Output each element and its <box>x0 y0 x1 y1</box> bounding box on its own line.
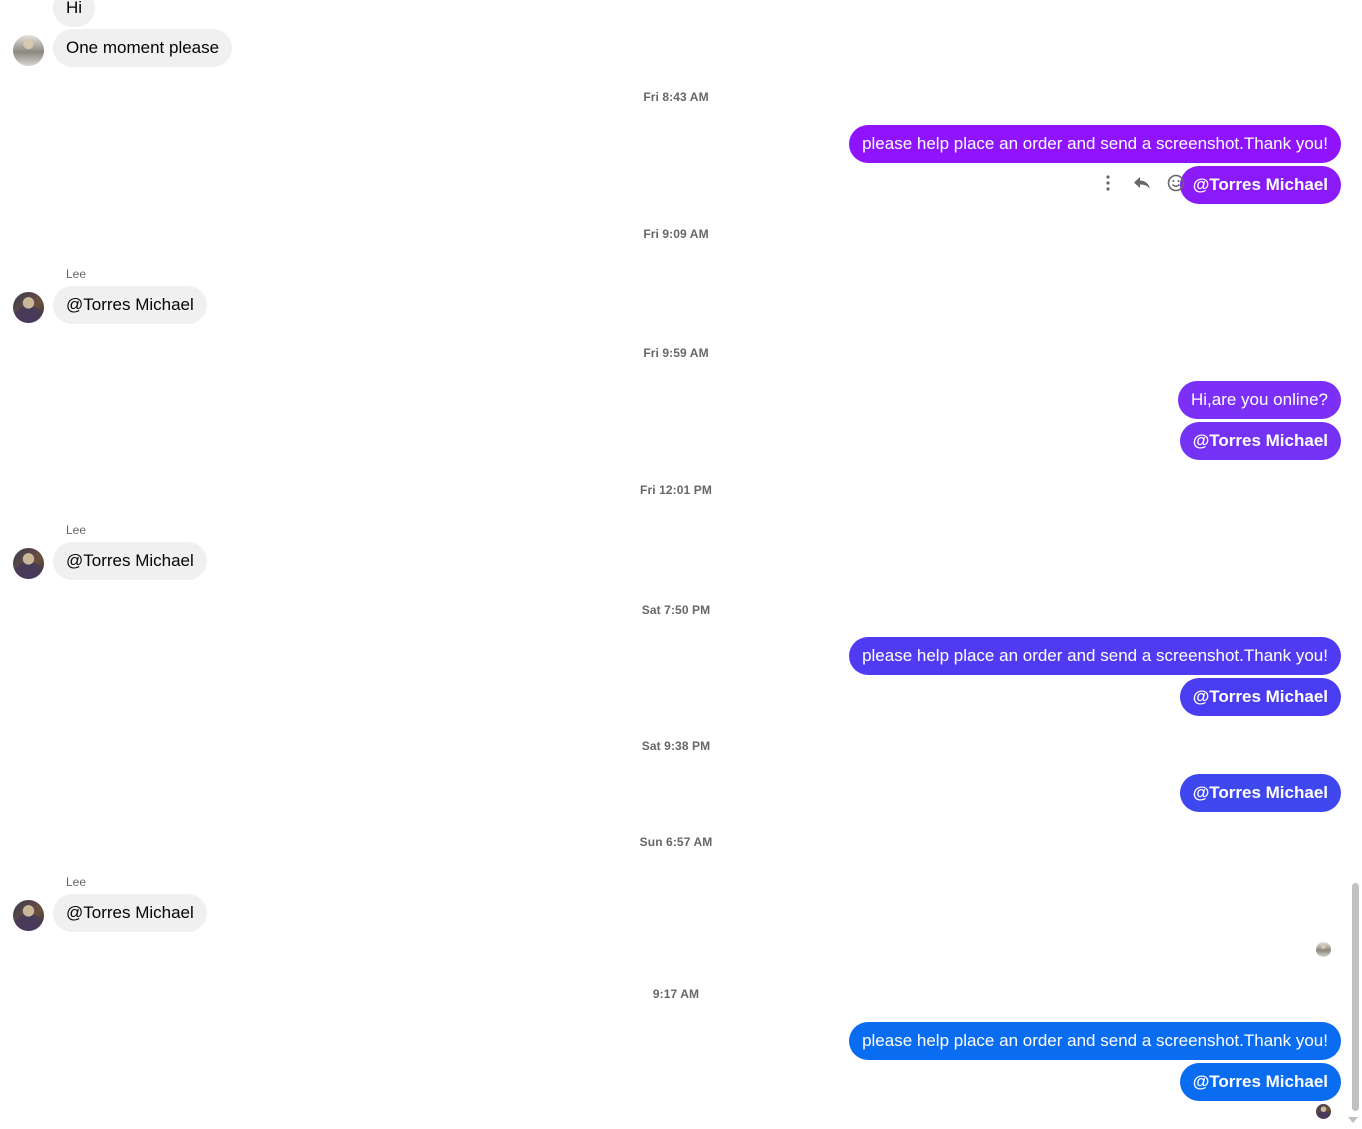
incoming-message-bubble[interactable]: One moment please <box>53 29 233 67</box>
reply-icon[interactable] <box>1132 173 1152 193</box>
timestamp-divider: Fri 12:01 PM <box>640 483 712 497</box>
read-receipt-avatar <box>1316 942 1331 957</box>
message-actions-bar <box>1098 172 1186 194</box>
mention-text: @Torres Michael <box>1192 687 1328 706</box>
message-text: please help place an order and send a sc… <box>862 134 1328 153</box>
message-text: please help place an order and send a sc… <box>862 1031 1328 1050</box>
message-text: Hi,are you online? <box>1190 390 1328 409</box>
outgoing-message-bubble[interactable]: please help place an order and send a sc… <box>849 1022 1341 1060</box>
mention-text: @Torres Michael <box>1192 1072 1328 1091</box>
outgoing-mention-bubble[interactable]: @Torres Michael <box>1179 166 1341 204</box>
mention-text: @Torres Michael <box>1192 175 1328 194</box>
incoming-mention-bubble[interactable]: @Torres Michael <box>53 894 207 932</box>
timestamp-divider: Sat 7:50 PM <box>641 603 711 617</box>
outgoing-mention-bubble[interactable]: @Torres Michael <box>1179 1063 1341 1101</box>
sender-name: Lee <box>66 523 87 537</box>
outgoing-mention-bubble[interactable]: @Torres Michael <box>1179 678 1341 716</box>
outgoing-mention-bubble[interactable]: @Torres Michael <box>1179 422 1341 460</box>
outgoing-message-bubble[interactable]: please help place an order and send a sc… <box>849 637 1341 675</box>
mention-text: @Torres Michael <box>1192 431 1328 450</box>
incoming-message-bubble[interactable]: Hi <box>53 0 96 27</box>
scroll-down-arrow-icon[interactable] <box>1348 1117 1358 1123</box>
timestamp-divider: Fri 9:09 AM <box>643 227 709 241</box>
emoji-icon[interactable] <box>1166 173 1186 193</box>
message-text: One moment please <box>66 38 220 57</box>
sender-avatar[interactable] <box>13 900 44 931</box>
sender-avatar[interactable] <box>13 35 44 66</box>
more-vertical-icon[interactable] <box>1098 173 1118 193</box>
timestamp-divider: 9:17 AM <box>652 987 700 1001</box>
sender-avatar[interactable] <box>13 548 44 579</box>
outgoing-message-bubble[interactable]: Hi,are you online? <box>1177 381 1341 419</box>
timestamp-divider: Fri 8:43 AM <box>643 90 709 104</box>
timestamp-divider: Sat 9:38 PM <box>641 739 711 753</box>
mention-text: @Torres Michael <box>1192 783 1328 802</box>
mention-text: @Torres Michael <box>66 551 194 570</box>
read-receipt-avatar <box>1316 1104 1331 1119</box>
mention-text: @Torres Michael <box>66 903 194 922</box>
mention-text: @Torres Michael <box>66 295 194 314</box>
outgoing-message-bubble[interactable]: please help place an order and send a sc… <box>849 125 1341 163</box>
sender-avatar[interactable] <box>13 292 44 323</box>
sender-name: Lee <box>66 267 87 281</box>
incoming-mention-bubble[interactable]: @Torres Michael <box>53 286 207 324</box>
incoming-mention-bubble[interactable]: @Torres Michael <box>53 542 207 580</box>
outgoing-mention-bubble[interactable]: @Torres Michael <box>1179 774 1341 812</box>
timestamp-divider: Fri 9:59 AM <box>643 346 709 360</box>
timestamp-divider: Sun 6:57 AM <box>639 835 713 849</box>
sender-name: Lee <box>66 875 87 889</box>
message-text: please help place an order and send a sc… <box>862 646 1328 665</box>
scrollbar-thumb[interactable] <box>1352 883 1359 1111</box>
message-text: Hi <box>66 0 83 17</box>
chat-scrollbar[interactable] <box>1348 0 1362 1129</box>
